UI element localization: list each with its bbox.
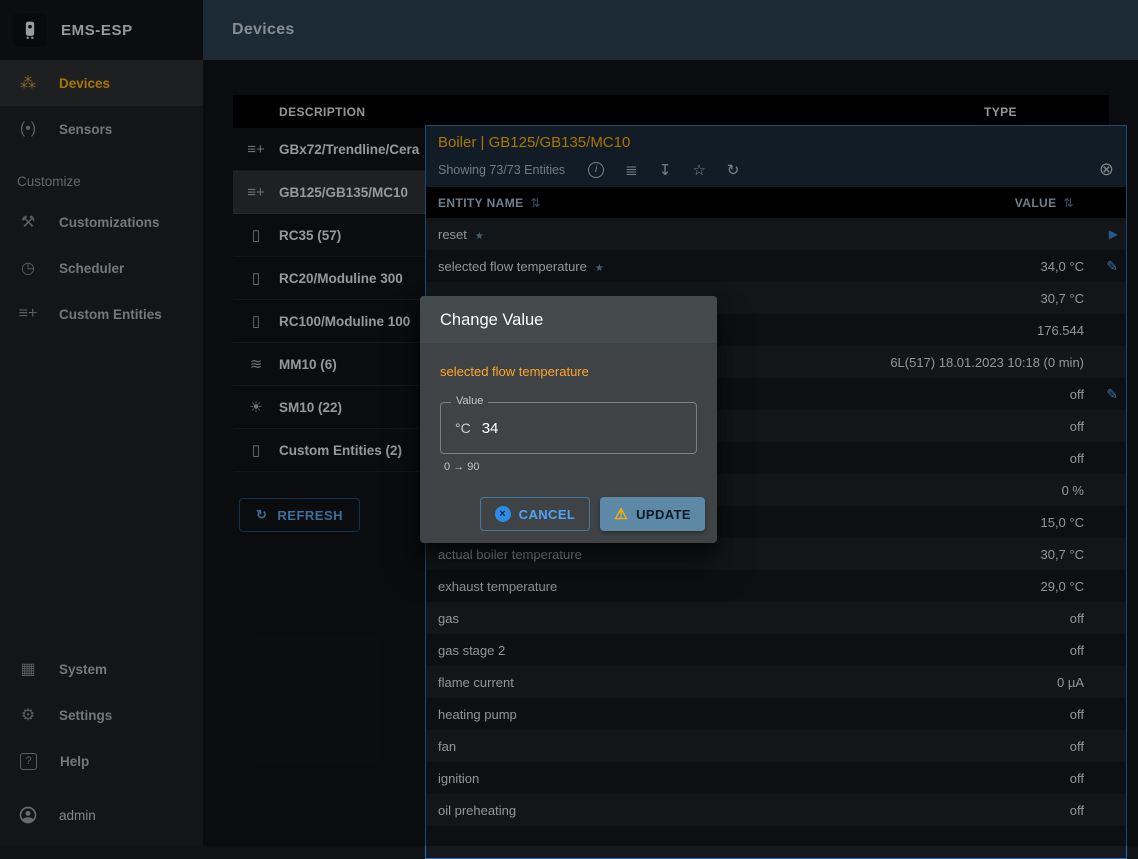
warning-icon: ⚠ <box>614 505 628 523</box>
update-label: UPDATE <box>636 507 691 522</box>
update-button[interactable]: ⚠ UPDATE <box>600 497 705 531</box>
cancel-icon: × <box>495 506 511 522</box>
dialog-field-label: selected flow temperature <box>440 364 697 379</box>
cancel-label: CANCEL <box>519 507 576 522</box>
value-range-helper: 0 → 90 <box>444 461 697 473</box>
dialog-actions: × CANCEL ⚠ UPDATE <box>420 473 717 543</box>
dialog-body: selected flow temperature Value °C 34 0 … <box>420 343 717 473</box>
cancel-button[interactable]: × CANCEL <box>480 497 591 531</box>
value-input[interactable]: Value °C 34 <box>440 402 697 454</box>
dialog-title: Change Value <box>420 296 717 343</box>
value-input-text: 34 <box>482 420 499 437</box>
change-value-dialog: Change Value selected flow temperature V… <box>420 296 717 543</box>
value-input-label: Value <box>451 395 488 407</box>
unit-adornment: °C <box>455 420 471 436</box>
